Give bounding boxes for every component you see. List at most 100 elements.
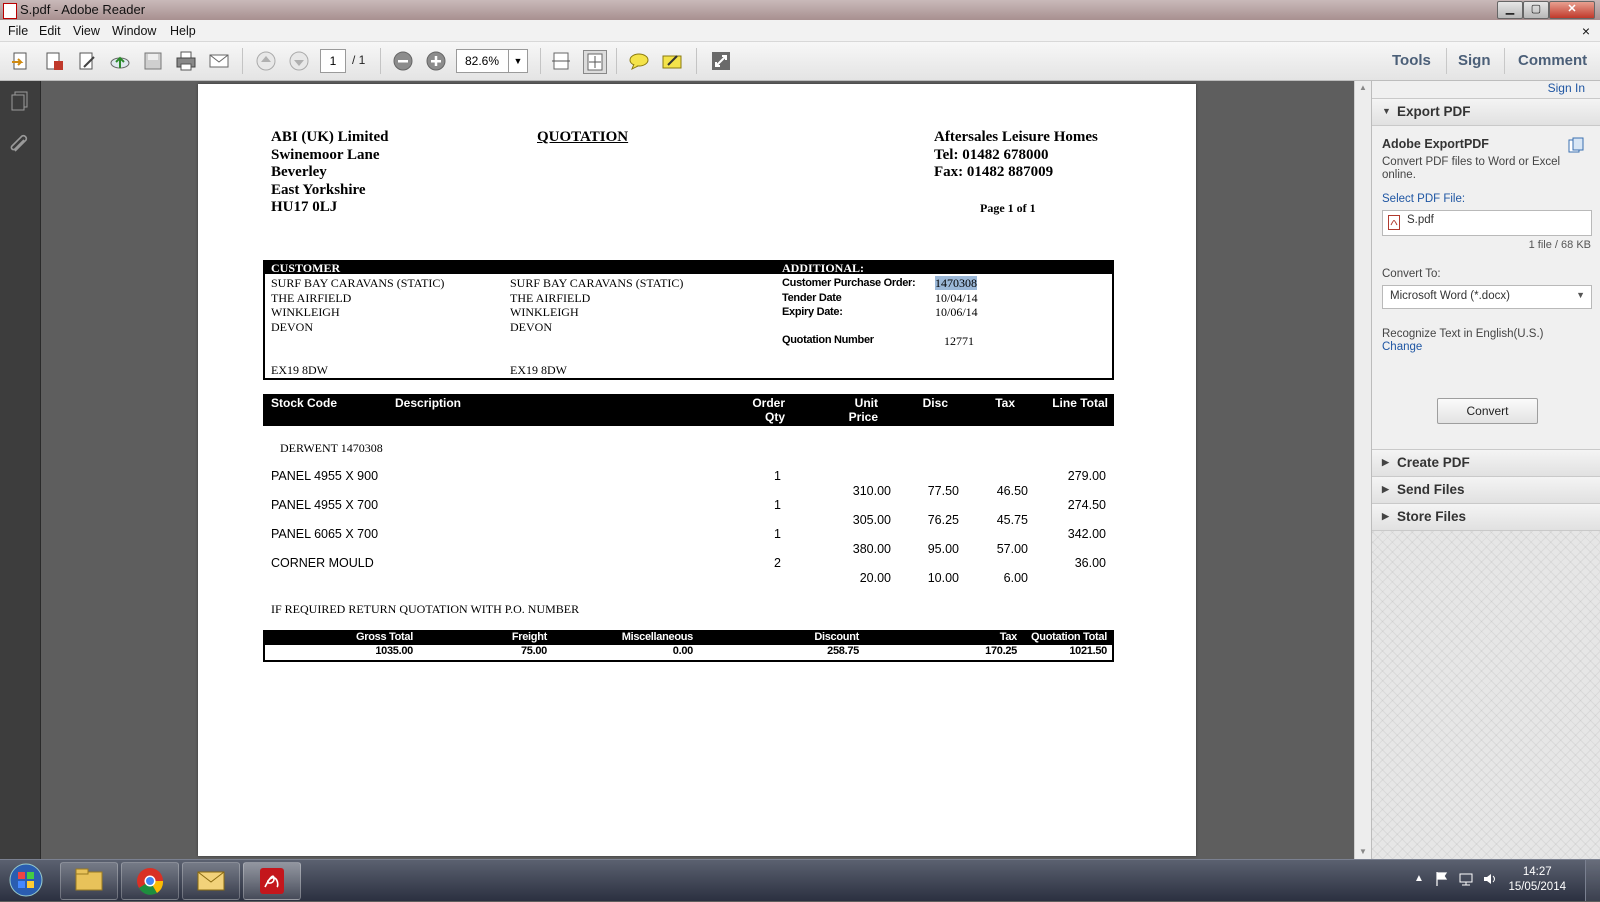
item-line-total: 274.50: [1067, 498, 1106, 512]
menu-edit[interactable]: Edit: [39, 24, 61, 38]
supplier-details: Aftersales Leisure Homes Tel: 01482 6780…: [934, 129, 1098, 182]
next-page-icon[interactable]: [288, 50, 310, 72]
fit-page-icon[interactable]: [583, 50, 607, 74]
item-tax: 46.50: [996, 484, 1028, 498]
change-language-link[interactable]: Change: [1382, 341, 1422, 353]
network-icon[interactable]: [1458, 871, 1474, 887]
chevron-down-icon[interactable]: ▼: [508, 50, 527, 72]
previous-page-icon[interactable]: [255, 50, 277, 72]
convert-button[interactable]: Convert: [1437, 398, 1538, 424]
col-stock-code: Stock Code: [271, 396, 338, 410]
toolbar-separator: [696, 48, 697, 74]
scroll-up-icon[interactable]: ▲: [1359, 83, 1367, 92]
print-icon[interactable]: [175, 50, 197, 72]
col-unit-price: Unit Price: [848, 396, 878, 424]
show-hidden-icons[interactable]: ▲: [1414, 873, 1424, 884]
company-postcode: HU17 0LJ: [271, 199, 338, 215]
sign-in-link[interactable]: Sign In: [1548, 81, 1585, 95]
page-thumbnails-icon[interactable]: [8, 89, 32, 113]
item-disc: 95.00: [927, 542, 959, 556]
tab-sign[interactable]: Sign: [1458, 52, 1491, 69]
adobe-reader-taskbar-icon[interactable]: [243, 862, 301, 900]
item-unit-price: 305.00: [852, 513, 891, 527]
miscellaneous-label: Miscellaneous: [621, 631, 694, 643]
cloud-upload-icon[interactable]: [109, 50, 131, 72]
export-pdf-section[interactable]: ▼ Export PDF: [1372, 98, 1600, 126]
fit-width-icon[interactable]: [550, 50, 572, 72]
comment-icon[interactable]: [628, 50, 650, 72]
quotation-total-label: Quotation Total: [1031, 631, 1107, 643]
item-code: CORNER MOULD: [271, 556, 374, 570]
send-files-section[interactable]: ▶ Send Files: [1372, 476, 1600, 504]
menu-file[interactable]: File: [8, 24, 28, 38]
window-title: S.pdf - Adobe Reader: [20, 2, 146, 17]
menu-view[interactable]: View: [73, 24, 100, 38]
triangle-right-icon: ▶: [1382, 484, 1389, 494]
chevron-down-icon: ▼: [1576, 290, 1585, 300]
action-center-flag-icon[interactable]: [1434, 871, 1450, 887]
file-list[interactable]: S.pdf: [1382, 210, 1592, 236]
save-icon[interactable]: [142, 50, 164, 72]
export-info-icon[interactable]: [1568, 137, 1584, 153]
create-pdf-section[interactable]: ▶ Create PDF: [1372, 449, 1600, 477]
gross-total-value: 1035.00: [375, 645, 413, 657]
pdf-page: ABI (UK) Limited Swinemoor Lane Beverley…: [198, 84, 1196, 856]
tab-comment[interactable]: Comment: [1518, 52, 1587, 69]
quotation-number-value: 12771: [944, 334, 974, 348]
item-line-total: 36.00: [1074, 556, 1106, 570]
item-tax: 57.00: [996, 542, 1028, 556]
zoom-in-icon[interactable]: [425, 50, 447, 72]
open-icon[interactable]: [10, 50, 32, 72]
discount-label: Discount: [814, 631, 859, 643]
attachments-icon[interactable]: [8, 131, 32, 155]
close-window-button[interactable]: ✕: [1549, 1, 1595, 19]
convert-to-select[interactable]: Microsoft Word (*.docx) ▼: [1382, 285, 1592, 309]
po-value[interactable]: 1470308: [935, 276, 977, 290]
file-name: S.pdf: [1407, 214, 1434, 226]
scroll-down-icon[interactable]: ▼: [1359, 847, 1367, 856]
item-code: PANEL 4955 X 700: [271, 498, 379, 512]
item-qty: 1: [774, 469, 781, 483]
menu-help[interactable]: Help: [170, 24, 196, 38]
zoom-out-icon[interactable]: [392, 50, 414, 72]
pdf-file-icon: [1388, 215, 1400, 230]
page-label: Page 1 of 1: [980, 201, 1036, 215]
volume-icon[interactable]: [1482, 871, 1498, 887]
show-desktop-button[interactable]: [1585, 860, 1600, 901]
edit-pdf-icon[interactable]: [76, 50, 98, 72]
panel-background: [1372, 531, 1600, 859]
vertical-scrollbar[interactable]: ▲ ▼: [1354, 81, 1371, 859]
tab-tools[interactable]: Tools: [1392, 52, 1431, 69]
addr1-line: DEVON: [271, 319, 313, 334]
highlight-icon[interactable]: [661, 50, 683, 72]
maximize-button[interactable]: ▢: [1523, 1, 1549, 19]
zoom-select[interactable]: 82.6% ▼: [456, 49, 528, 73]
store-files-section[interactable]: ▶ Store Files: [1372, 503, 1600, 531]
email-icon[interactable]: [208, 50, 230, 72]
expiry-date-label: Expiry Date:: [782, 306, 843, 318]
addr2-line: WINKLEIGH: [510, 305, 579, 319]
explorer-taskbar-icon[interactable]: [60, 862, 118, 900]
addr2-line: THE AIRFIELD: [510, 290, 591, 305]
page-number-input[interactable]: 1: [320, 49, 346, 73]
item-code: PANEL 6065 X 700: [271, 527, 379, 541]
addr1-line: THE AIRFIELD: [271, 290, 352, 305]
company-county: East Yorkshire: [271, 181, 366, 198]
create-pdf-title: Create PDF: [1397, 455, 1470, 470]
minimize-button[interactable]: ▁: [1497, 1, 1523, 19]
convert-to-value: Microsoft Word (*.docx): [1390, 290, 1510, 302]
customer-header-bar: [263, 260, 1114, 274]
read-mode-icon[interactable]: [710, 50, 732, 72]
tab-separator: [1504, 48, 1505, 74]
close-document-icon[interactable]: ×: [1582, 23, 1590, 39]
addr1-line: SURF BAY CARAVANS (STATIC): [271, 276, 445, 290]
mail-taskbar-icon[interactable]: [182, 862, 240, 900]
start-button[interactable]: [6, 861, 46, 899]
create-pdf-icon[interactable]: [43, 50, 65, 72]
customer-header: CUSTOMER: [271, 261, 341, 275]
convert-to-label: Convert To:: [1382, 268, 1441, 280]
expiry-date-value: 10/06/14: [935, 305, 978, 319]
menu-window[interactable]: Window: [112, 24, 156, 38]
system-clock[interactable]: 14:27 15/05/2014: [1508, 865, 1566, 895]
chrome-taskbar-icon[interactable]: [121, 862, 179, 900]
